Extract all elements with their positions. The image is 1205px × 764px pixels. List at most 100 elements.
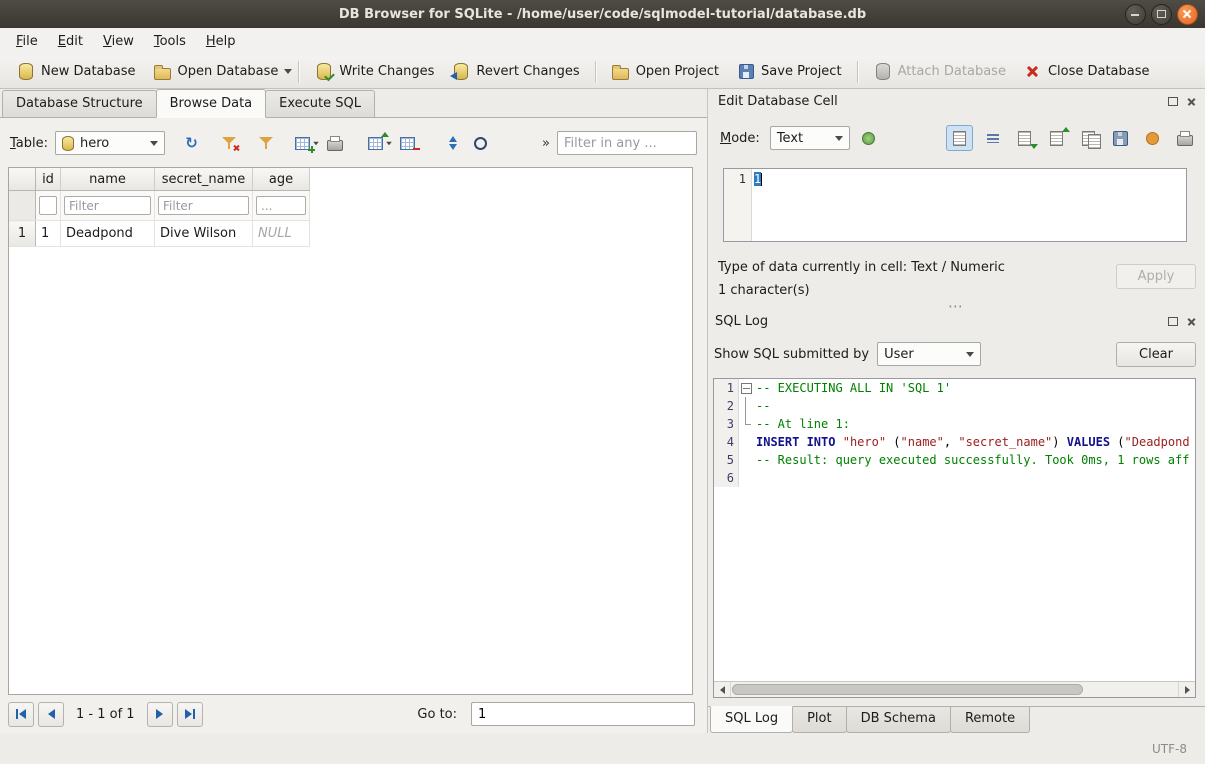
cell-id[interactable]: 1 bbox=[36, 221, 61, 247]
titlebar: DB Browser for SQLite - /home/user/code/… bbox=[0, 0, 1205, 29]
insert-record-dropdown-icon bbox=[313, 141, 319, 145]
attach-database-icon bbox=[874, 63, 892, 81]
menu-edit[interactable]: Edit bbox=[48, 30, 93, 53]
previous-record-icon bbox=[48, 709, 55, 719]
main-toolbar: New Database Open Database Write Changes… bbox=[0, 55, 1205, 89]
clear-all-filters-button[interactable] bbox=[216, 131, 241, 155]
open-project-button[interactable]: Open Project bbox=[603, 59, 728, 85]
dock-tabbar: SQL Log Plot DB Schema Remote bbox=[708, 706, 1205, 733]
toolbar-overflow-chevron[interactable]: » bbox=[538, 136, 554, 151]
browse-data-page: Table: hero ↻ bbox=[0, 117, 707, 733]
cell-age[interactable]: NULL bbox=[253, 221, 310, 247]
menu-view[interactable]: View bbox=[93, 30, 144, 53]
find-in-table-button[interactable] bbox=[468, 131, 493, 155]
open-database-button[interactable]: Open Database bbox=[145, 59, 288, 85]
write-changes-icon bbox=[315, 63, 333, 81]
filter-input-secret-name[interactable] bbox=[158, 196, 249, 215]
toolbar-separator bbox=[595, 61, 597, 83]
save-project-button[interactable]: Save Project bbox=[728, 59, 851, 85]
edit-cell-close-button[interactable] bbox=[1184, 94, 1199, 109]
tab-database-structure[interactable]: Database Structure bbox=[2, 90, 157, 117]
maximize-button[interactable] bbox=[1151, 4, 1172, 25]
sql-log-source-combobox[interactable]: User bbox=[877, 342, 981, 366]
scrollbar-track[interactable] bbox=[731, 682, 1178, 697]
sql-log-float-button[interactable] bbox=[1165, 314, 1180, 329]
text-view-button[interactable] bbox=[946, 125, 973, 151]
print-icon bbox=[326, 134, 344, 152]
goto-button[interactable]: Go to: bbox=[407, 707, 467, 722]
refresh-button[interactable]: ↻ bbox=[179, 131, 204, 155]
dock-tab-plot[interactable]: Plot bbox=[792, 707, 847, 733]
column-header-name[interactable]: name bbox=[61, 168, 155, 191]
set-null-button[interactable] bbox=[1140, 126, 1165, 150]
import-from-file-button[interactable] bbox=[1012, 126, 1037, 150]
sort-button[interactable] bbox=[440, 131, 465, 155]
cell-name[interactable]: Deadpond bbox=[61, 221, 155, 247]
dock-splitter-handle[interactable]: ⋯ bbox=[708, 302, 1205, 310]
filter-input-age[interactable] bbox=[256, 196, 306, 215]
goto-input[interactable] bbox=[471, 702, 695, 726]
auto-switch-mode-button[interactable] bbox=[856, 126, 881, 150]
corner-header[interactable] bbox=[9, 168, 36, 191]
fold-marker-icon[interactable] bbox=[739, 379, 752, 397]
revert-changes-button[interactable]: Revert Changes bbox=[443, 59, 588, 85]
sort-icon bbox=[444, 134, 462, 152]
next-record-button[interactable] bbox=[147, 702, 173, 727]
filter-input-name[interactable] bbox=[64, 196, 151, 215]
filter-input-id[interactable] bbox=[39, 196, 57, 215]
tab-execute-sql[interactable]: Execute SQL bbox=[265, 90, 375, 117]
clear-log-button[interactable]: Clear bbox=[1116, 342, 1196, 367]
close-window-button[interactable] bbox=[1177, 4, 1198, 25]
copy-cell-button[interactable] bbox=[1076, 126, 1101, 150]
menu-file[interactable]: File bbox=[6, 30, 48, 53]
cell-editor-content[interactable]: 1 bbox=[754, 172, 761, 186]
sql-log-editor[interactable]: 1-- EXECUTING ALL IN 'SQL 1'2--3-- At li… bbox=[713, 378, 1196, 698]
open-database-dropdown-icon[interactable] bbox=[284, 69, 292, 74]
edit-cell-float-button[interactable] bbox=[1165, 94, 1180, 109]
column-header-age[interactable]: age bbox=[253, 168, 310, 191]
cell-editor[interactable]: 1 1 bbox=[723, 168, 1187, 242]
sql-log-close-button[interactable] bbox=[1184, 314, 1199, 329]
dock-tab-sql-log[interactable]: SQL Log bbox=[710, 706, 793, 733]
new-database-button[interactable]: New Database bbox=[8, 59, 145, 85]
column-header-id[interactable]: id bbox=[36, 168, 61, 191]
column-header-secret-name[interactable]: secret_name bbox=[155, 168, 253, 191]
sql-log-hscrollbar[interactable] bbox=[714, 681, 1195, 697]
delete-record-button[interactable] bbox=[395, 131, 420, 155]
paste-cell-button[interactable] bbox=[1108, 126, 1133, 150]
last-record-button[interactable] bbox=[177, 702, 203, 727]
insert-record-button[interactable] bbox=[294, 131, 319, 155]
previous-record-button[interactable] bbox=[38, 702, 64, 727]
scroll-right-button[interactable] bbox=[1178, 682, 1195, 697]
table-combobox[interactable]: hero bbox=[55, 131, 165, 155]
edit-cell-toolbar: Mode: Text bbox=[718, 124, 1197, 152]
left-pane: Database Structure Browse Data Execute S… bbox=[0, 88, 707, 733]
export-record-button[interactable] bbox=[367, 131, 392, 155]
first-record-button[interactable] bbox=[8, 702, 34, 727]
dock-tab-remote[interactable]: Remote bbox=[950, 707, 1030, 733]
cell-secret-name[interactable]: Dive Wilson bbox=[155, 221, 253, 247]
mode-combobox[interactable]: Text bbox=[770, 126, 850, 150]
scroll-left-button[interactable] bbox=[714, 682, 731, 697]
document-icon bbox=[953, 131, 966, 146]
close-icon bbox=[1187, 317, 1196, 326]
close-database-button[interactable]: Close Database bbox=[1015, 59, 1159, 85]
write-changes-button[interactable]: Write Changes bbox=[306, 59, 443, 85]
filter-any-input[interactable] bbox=[557, 131, 697, 155]
minimize-button[interactable] bbox=[1125, 4, 1146, 25]
scrollbar-handle[interactable] bbox=[732, 684, 1083, 695]
save-filter-button[interactable] bbox=[253, 131, 278, 155]
word-wrap-icon bbox=[987, 134, 999, 143]
tab-browse-data[interactable]: Browse Data bbox=[156, 89, 267, 118]
export-to-file-button[interactable] bbox=[1044, 126, 1069, 150]
print-cell-button[interactable] bbox=[1172, 126, 1197, 150]
menu-help[interactable]: Help bbox=[196, 30, 246, 53]
word-wrap-button[interactable] bbox=[980, 126, 1005, 150]
window-controls bbox=[1125, 4, 1198, 25]
row-number[interactable]: 1 bbox=[9, 221, 36, 247]
grid-filter-row bbox=[9, 191, 310, 221]
menu-tools[interactable]: Tools bbox=[144, 30, 196, 53]
print-table-button[interactable] bbox=[322, 131, 347, 155]
dock-tab-db-schema[interactable]: DB Schema bbox=[846, 707, 951, 733]
app-window: DB Browser for SQLite - /home/user/code/… bbox=[0, 0, 1205, 764]
